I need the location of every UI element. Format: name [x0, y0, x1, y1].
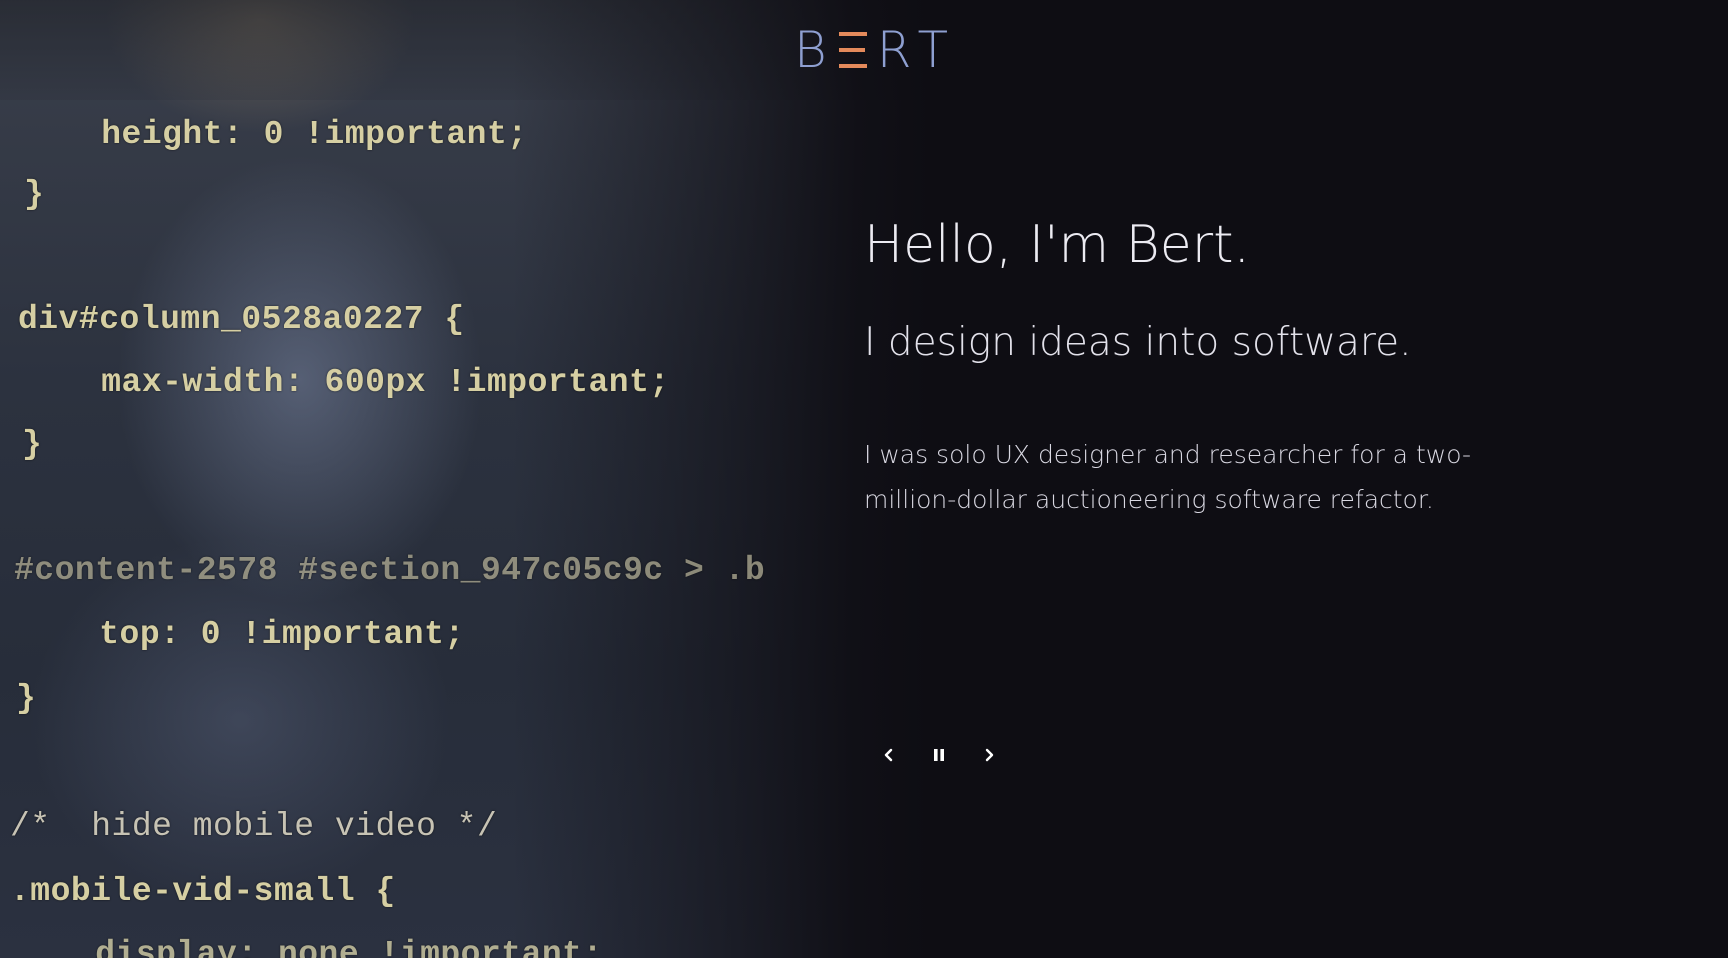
- code-line: max-width: 600px !important;: [20, 364, 670, 401]
- logo-e-mark-icon: [838, 31, 869, 69]
- chevron-right-icon: [985, 748, 994, 762]
- carousel-controls: [864, 737, 1014, 773]
- code-line: }: [22, 426, 43, 463]
- hero-tagline: I design ideas into software.: [864, 320, 1412, 365]
- code-line: /* hide mobile video */: [10, 808, 498, 845]
- hero-greeting: Hello, I'm Bert.: [864, 215, 1251, 275]
- logo-letter-b: B: [794, 21, 833, 79]
- chevron-left-icon: [884, 748, 893, 762]
- code-line: display: none !important;: [14, 936, 603, 958]
- code-line: }: [16, 680, 37, 717]
- hero-section: Hello, I'm Bert. I design ideas into sof…: [864, 210, 1564, 522]
- hero-description: I was solo UX designer and researcher fo…: [864, 440, 1471, 514]
- code-line: height: 0 !important;: [20, 116, 528, 153]
- code-line: div#column_0528a0227 {: [18, 301, 465, 338]
- next-slide-button[interactable]: [964, 737, 1014, 773]
- code-line: #content-2578 #section_947c05c9c > .b: [14, 552, 766, 589]
- code-line: .mobile-vid-small {: [10, 873, 396, 910]
- logo-letter-r: R: [876, 21, 918, 79]
- pause-icon: [934, 749, 944, 761]
- code-line: top: 0 !important;: [18, 616, 465, 653]
- pause-slideshow-button[interactable]: [914, 737, 964, 773]
- code-line: }: [24, 176, 45, 213]
- logo-letter-t: T: [917, 21, 955, 79]
- background-code: height: 0 !important; } div#column_0528a…: [0, 0, 930, 958]
- site-logo[interactable]: B R T: [794, 20, 954, 80]
- hero-background-video: height: 0 !important; } div#column_0528a…: [0, 0, 930, 958]
- previous-slide-button[interactable]: [864, 737, 914, 773]
- page: height: 0 !important; } div#column_0528a…: [0, 0, 1728, 958]
